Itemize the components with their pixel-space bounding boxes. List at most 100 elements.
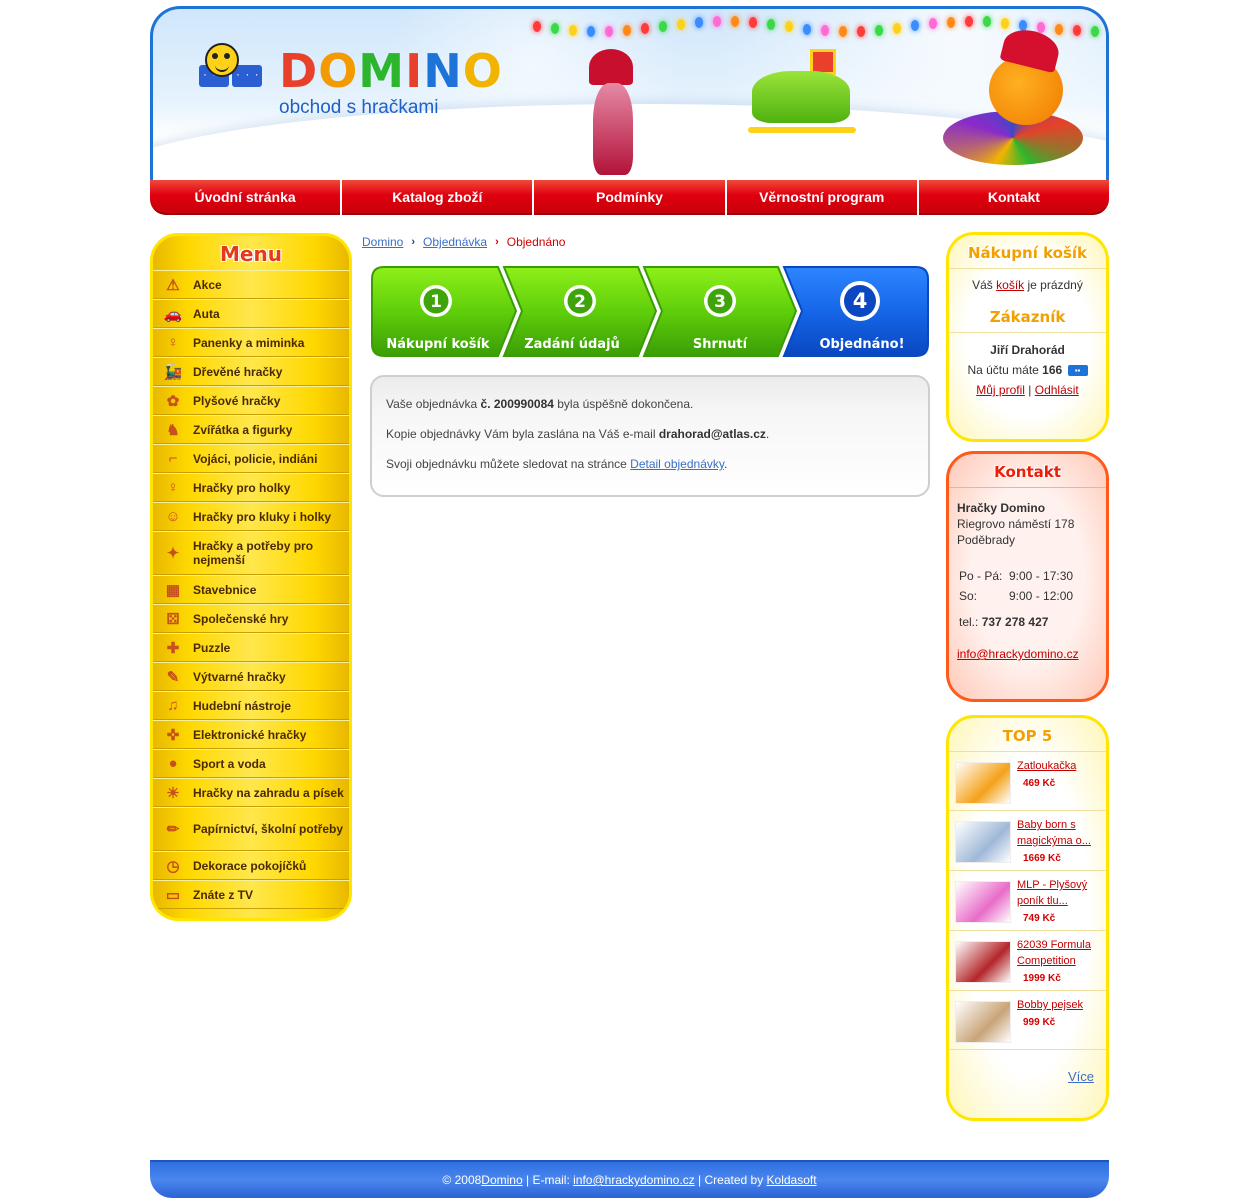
breadcrumb: Domino › Objednávka › Objednáno	[362, 235, 565, 249]
brand-letter: D	[279, 44, 319, 98]
brand-tagline: obchod s hračkami	[279, 97, 439, 118]
cart-link[interactable]: košík	[996, 278, 1024, 292]
order-number-line: Vaše objednávka č. 200990084 byla úspěšn…	[386, 397, 914, 411]
category-item[interactable]: ✚ Puzzle	[153, 633, 349, 662]
product-thumbnail[interactable]	[955, 762, 1011, 804]
tracking-line: Svoji objednávku můžete sledovat na strá…	[386, 457, 914, 471]
category-item[interactable]: ▦ Stavebnice	[153, 575, 349, 604]
category-item[interactable]: ♫ Hudební nástroje	[153, 691, 349, 720]
product-price: 749 Kč	[1023, 913, 1056, 924]
top-product-item: 62039 Formula Competition 1999 Kč	[949, 931, 1106, 991]
footer-email-link[interactable]: info@hrackydomino.cz	[573, 1173, 695, 1187]
nav-contact[interactable]: Kontakt	[918, 180, 1110, 215]
category-item[interactable]: 🚂 Dřevěné hračky	[153, 357, 349, 386]
contact-email-link[interactable]: info@hrackydomino.cz	[957, 647, 1079, 661]
product-thumbnail[interactable]	[955, 941, 1011, 983]
breadcrumb-order[interactable]: Objednávka	[423, 235, 487, 249]
light-bulb-icon	[641, 23, 649, 34]
category-item[interactable]: ◷ Dekorace pokojíčků	[153, 851, 349, 880]
step-1-number-icon: 1	[420, 285, 452, 317]
toy-car-image	[748, 49, 858, 139]
category-item[interactable]: ✿ Plyšové hračky	[153, 386, 349, 415]
product-link[interactable]: Bobby pejsek	[1017, 999, 1083, 1011]
product-thumbnail[interactable]	[955, 821, 1011, 863]
category-item[interactable]: 🚗 Auta	[153, 299, 349, 328]
top-product-item: Bobby pejsek 999 Kč	[949, 991, 1106, 1050]
brand-letter: N	[423, 44, 463, 98]
site-logo[interactable]: DOMINO obchod s hračkami	[199, 43, 519, 135]
chevron-right-icon: ›	[495, 236, 499, 248]
light-bulb-icon	[551, 23, 559, 34]
footer-brand-link[interactable]: Domino	[481, 1173, 522, 1187]
step-4-number-icon: 4	[840, 281, 880, 321]
category-item[interactable]: ☺ Hračky pro kluky i holky	[153, 502, 349, 531]
top-product-item: MLP - Plyšový poník tlu... 749 Kč	[949, 871, 1106, 931]
footer-creator-link[interactable]: Koldasoft	[767, 1173, 817, 1187]
category-item[interactable]: ▭ Znáte z TV	[153, 880, 349, 909]
category-item[interactable]: ✎ Výtvarné hračky	[153, 662, 349, 691]
logout-link[interactable]: Odhlásit	[1035, 383, 1079, 397]
category-item[interactable]: ⌐ Vojáci, policie, indiáni	[153, 444, 349, 473]
category-item[interactable]: ⚄ Společenské hry	[153, 604, 349, 633]
product-link[interactable]: 62039 Formula Competition	[1017, 939, 1091, 967]
light-bulb-icon	[569, 25, 577, 36]
category-item[interactable]: ♀ Hračky pro holky	[153, 473, 349, 502]
category-label: Dekorace pokojíčků	[193, 858, 307, 873]
product-info: Baby born s magickýma o... 1669 Kč	[1017, 817, 1102, 864]
nav-home[interactable]: Úvodní stránka	[150, 180, 341, 215]
nav-catalog[interactable]: Katalog zboží	[342, 180, 533, 215]
puzzle-icon: ✚	[166, 639, 180, 657]
product-link[interactable]: Zatloukačka	[1017, 760, 1076, 772]
bucket-icon: ☀	[166, 784, 180, 802]
light-bulb-icon	[533, 21, 541, 32]
step-3-number: 3	[714, 292, 726, 312]
product-link[interactable]: Baby born s magickýma o...	[1017, 819, 1091, 847]
category-item[interactable]: ☀ Hračky na zahradu a písek	[153, 778, 349, 807]
category-list: ⚠ Akce 🚗 Auta ♀ Panenky a miminka 🚂 Dřevěné hra…	[153, 270, 349, 909]
more-link[interactable]: Více	[1068, 1069, 1094, 1084]
nav-terms[interactable]: Podmínky	[534, 180, 725, 215]
domino-points-icon: ▪▪	[1067, 365, 1088, 377]
category-item[interactable]: ⚠ Akce	[153, 270, 349, 299]
customer-name: Jiří Drahorád	[990, 343, 1065, 357]
breadcrumb-current: Objednáno	[506, 235, 566, 249]
light-bulb-icon	[929, 18, 937, 29]
breadcrumb-home[interactable]: Domino	[362, 235, 403, 249]
hours-time: 9:00 - 12:00	[1009, 589, 1074, 603]
step-1-number: 1	[430, 292, 442, 312]
product-thumbnail[interactable]	[955, 1001, 1011, 1043]
my-profile-link[interactable]: Můj profil	[976, 383, 1025, 397]
brand-letter: M	[358, 44, 406, 98]
step-4-label: Objednáno!	[819, 337, 904, 352]
category-item[interactable]: ● Sport a voda	[153, 749, 349, 778]
order-number: č. 200990084	[480, 397, 554, 411]
category-item[interactable]: ♀ Panenky a miminka	[153, 328, 349, 357]
light-bulb-icon	[659, 21, 667, 32]
top5-title: TOP 5	[949, 718, 1106, 752]
kids-icon: ☺	[165, 508, 181, 525]
rattle-icon: ♀	[167, 334, 179, 351]
order-detail-link[interactable]: Detail objednávky	[630, 457, 724, 471]
product-thumbnail[interactable]	[955, 881, 1011, 923]
brand-letter: I	[405, 44, 424, 98]
nav-loyalty[interactable]: Věrnostní program	[726, 180, 917, 215]
product-price: 1669 Kč	[1023, 853, 1061, 864]
step-1-label: Nákupní košík	[386, 337, 490, 352]
link-separator: |	[1028, 383, 1032, 397]
category-label: Elektronické hračky	[193, 727, 307, 742]
category-item[interactable]: ♞ Zvířátka a figurky	[153, 415, 349, 444]
category-item[interactable]: ✏ Papírnictví, školní potřeby	[153, 807, 349, 851]
light-bulb-icon	[677, 19, 685, 30]
order-steps: 1 2 3 4 Nákupní košík Zadání údajů Shrnu…	[370, 265, 930, 358]
warning-icon: ⚠	[166, 276, 180, 294]
customer-title: Zákazník	[989, 308, 1066, 326]
light-bulb-icon	[821, 25, 829, 36]
product-link[interactable]: MLP - Plyšový poník tlu...	[1017, 879, 1087, 907]
category-item[interactable]: ✦ Hračky a potřeby pro nejmenší	[153, 531, 349, 575]
category-label: Hračky pro kluky i holky	[193, 509, 332, 524]
category-label: Akce	[193, 277, 222, 292]
steps-graphic: 1 2 3 4 Nákupní košík Zadání údajů Shrnu…	[371, 266, 929, 357]
category-label: Vojáci, policie, indiáni	[193, 451, 318, 466]
category-item[interactable]: ✜ Elektronické hračky	[153, 720, 349, 749]
girl-icon: ♀	[167, 479, 179, 496]
